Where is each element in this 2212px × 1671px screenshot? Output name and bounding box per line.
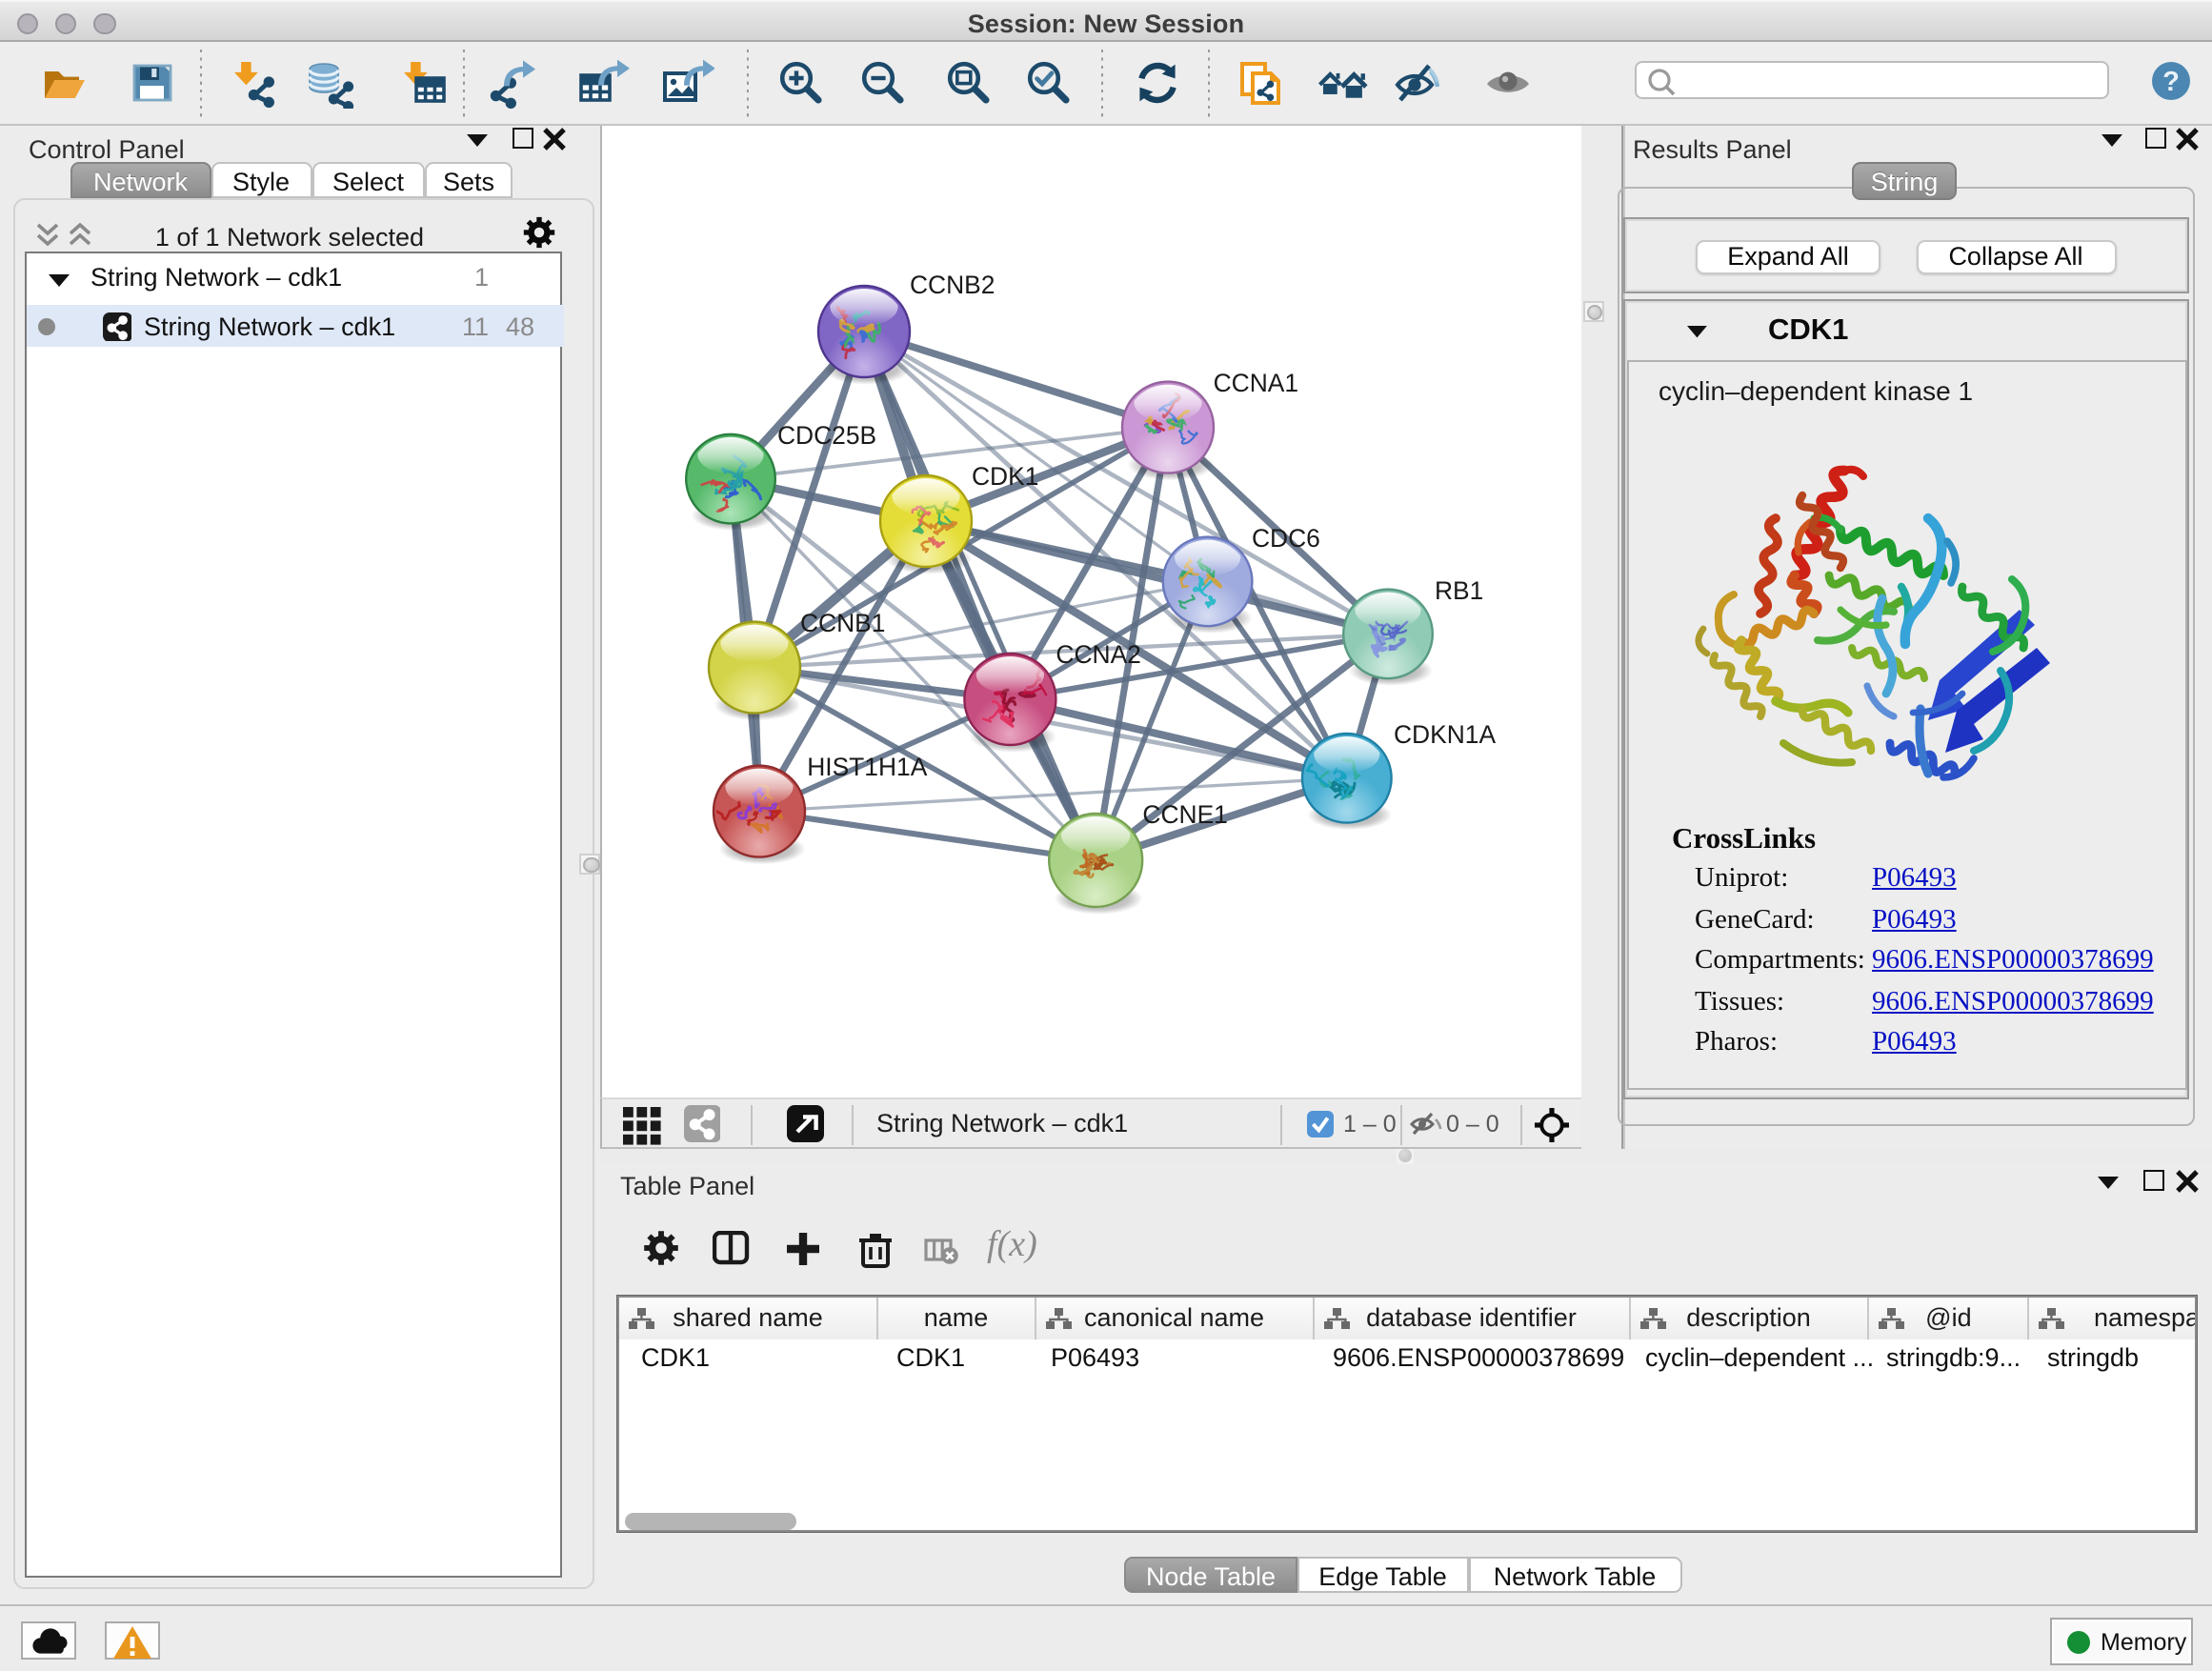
svg-text:CCNB2: CCNB2 xyxy=(910,270,995,298)
svg-text:RB1: RB1 xyxy=(1435,575,1483,604)
svg-text:CCNA2: CCNA2 xyxy=(1056,639,1140,668)
svg-text:HIST1H1A: HIST1H1A xyxy=(807,752,928,780)
svg-text:CCNE1: CCNE1 xyxy=(1142,799,1227,828)
svg-text:CCNA1: CCNA1 xyxy=(1214,368,1298,396)
svg-text:CCNB1: CCNB1 xyxy=(800,608,885,636)
svg-text:CDC6: CDC6 xyxy=(1252,523,1320,552)
svg-text:CDK1: CDK1 xyxy=(972,461,1038,490)
svg-text:?: ? xyxy=(2162,67,2180,97)
svg-text:CDC25B: CDC25B xyxy=(777,420,876,449)
svg-text:CDKN1A: CDKN1A xyxy=(1394,719,1496,748)
